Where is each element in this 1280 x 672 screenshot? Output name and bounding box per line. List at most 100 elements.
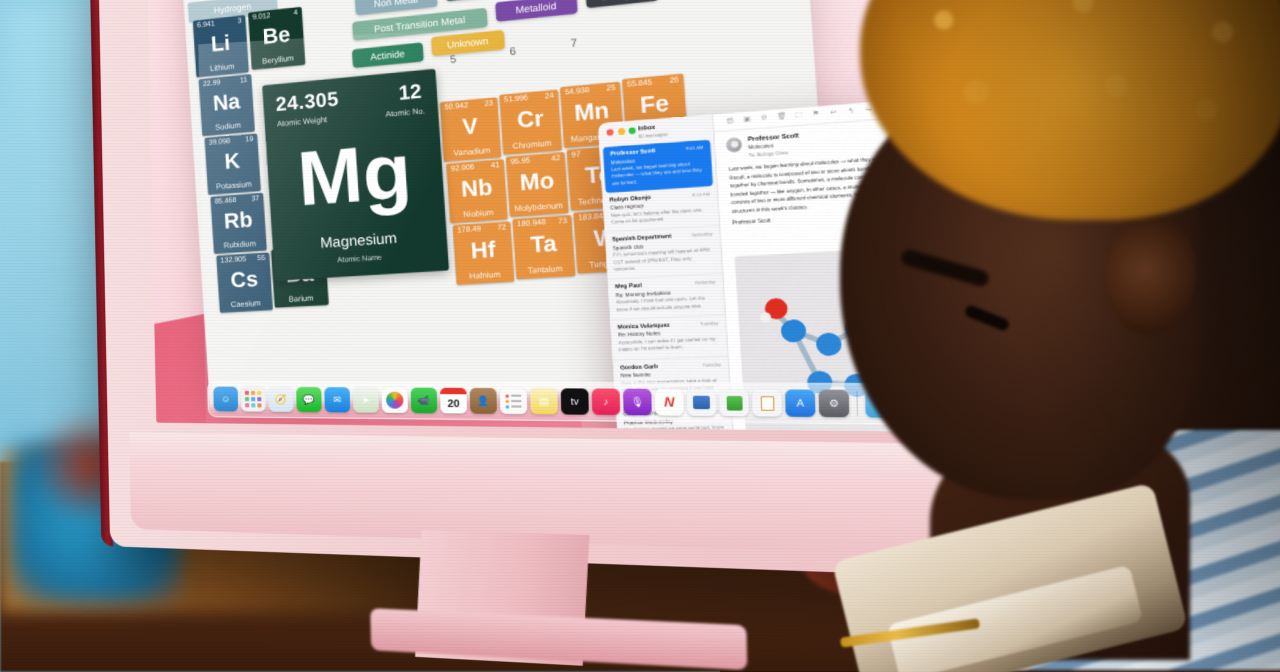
element-name: Lithium: [209, 61, 235, 74]
dock-item-calendar[interactable]: 20: [440, 387, 467, 414]
element-caesium[interactable]: 132.905 55 Cs Caesium: [216, 252, 273, 313]
element-weight: 180.948: [516, 218, 547, 229]
element-name: Hafnium: [469, 269, 501, 281]
legend-metalloid[interactable]: Metalloid: [495, 0, 578, 22]
element-name: Sodium: [214, 120, 242, 132]
element-symbol: Be: [261, 22, 292, 49]
screenshot-scene: Periodic TableElementsLearnGamesGlossary…: [0, 0, 1280, 672]
element-vanadium[interactable]: 50.942 23 V Vanadium: [439, 97, 502, 162]
dock-item-safari[interactable]: 🧭: [268, 386, 294, 412]
element-number: 41: [490, 161, 500, 170]
element-weight: 85.468: [214, 196, 237, 206]
mail-item-preview: Last week, we began learning about molec…: [611, 160, 703, 186]
mail-item-preview: Accessible, I can make if I get started …: [618, 335, 716, 353]
element-lithium[interactable]: 6.941 3 Li Lithium: [192, 15, 249, 78]
group-number: 6: [509, 45, 517, 59]
dock-item-maps[interactable]: ➤: [352, 387, 379, 413]
maximize-button[interactable]: [628, 127, 636, 135]
element-name: Vanadium: [453, 145, 491, 158]
element-name: Chromium: [512, 138, 552, 151]
element-molybdenum[interactable]: 95.95 42 Mo Molybdenum: [505, 152, 569, 218]
dock-item-reminders[interactable]: [499, 388, 528, 415]
element-tantalum[interactable]: 180.948 73 Ta Tantalum: [512, 215, 576, 280]
selected-atomic-number-label: Atomic No.: [385, 105, 426, 119]
element-symbol: Cs: [229, 267, 259, 293]
dock-item-news[interactable]: N: [654, 388, 684, 416]
dock-item-apple-tv[interactable]: tv: [560, 388, 589, 415]
mail-inbox-title: Inbox: [637, 124, 656, 133]
dock-item-notes[interactable]: ▤: [530, 388, 558, 415]
element-potassium[interactable]: 39.098 19 K Potassium: [204, 133, 261, 195]
element-rubidium[interactable]: 85.468 37 Rb Rubidium: [210, 192, 267, 254]
dock-item-messages[interactable]: 💬: [296, 387, 322, 413]
mail-item-time: Yesterday: [694, 279, 716, 286]
legend-non-metal[interactable]: Non Metal: [354, 0, 438, 16]
dock-item-facetime[interactable]: 📹: [410, 387, 438, 414]
selected-element-card[interactable]: 24.305 Atomic Weight 12 Atomic No. Mg Ma…: [262, 68, 450, 281]
element-beryllium[interactable]: 9.012 4 Be Beryllium: [248, 6, 306, 70]
element-chromium[interactable]: 51.996 24 Cr Chromium: [499, 89, 563, 155]
element-number: 3: [237, 17, 242, 26]
dock-item-photos[interactable]: [381, 387, 408, 413]
dock-item-finder[interactable]: ☺: [213, 386, 239, 412]
element-symbol: Cr: [516, 105, 545, 133]
element-number: 55: [257, 254, 266, 263]
element-weight: 132.905: [220, 255, 247, 265]
dock-item-mail[interactable]: ✉: [324, 387, 351, 413]
mail-item-time: 8:15 AM: [692, 190, 711, 198]
element-number: 42: [551, 154, 561, 164]
element-name: Molybdenum: [514, 200, 564, 214]
dock-item-music[interactable]: ♪: [591, 388, 621, 416]
element-symbol: Na: [212, 89, 241, 116]
element-name: Caesium: [230, 298, 262, 310]
element-symbol: K: [223, 149, 241, 174]
element-weight: 92.906: [450, 163, 475, 174]
element-name: Niobium: [462, 207, 494, 220]
archive-icon[interactable]: ▣: [743, 116, 752, 124]
legend-actinide[interactable]: Actinide: [351, 42, 424, 69]
sidebar-icon[interactable]: ▤: [726, 117, 735, 125]
element-name: Rubidium: [223, 238, 257, 251]
legend-unknown[interactable]: Unknown: [430, 29, 506, 57]
element-weight: 39.098: [208, 137, 231, 147]
element-weight: 97: [571, 150, 581, 160]
element-weight: 22.99: [202, 79, 221, 89]
mail-list-item[interactable]: Yesterday Spanish Department Spanish clu…: [604, 226, 723, 281]
element-niobium[interactable]: 92.906 41 Nb Niobium: [446, 159, 508, 224]
mail-list-item[interactable]: Yesterday Meg Paul Re: Morning Invitatio…: [607, 274, 726, 321]
dock-item-launchpad[interactable]: [240, 386, 266, 412]
element-symbol: Rb: [223, 207, 254, 234]
minimize-button[interactable]: [617, 128, 625, 136]
element-symbol: V: [461, 113, 479, 140]
selected-element-name: Magnesium: [319, 229, 398, 251]
element-weight: 51.996: [503, 94, 529, 105]
selected-element-name-label: Atomic Name: [337, 254, 383, 265]
close-button[interactable]: [606, 128, 614, 136]
selected-element-symbol: Mg: [295, 126, 415, 223]
mail-item-preview: Absolutely, I think that one spots. Let …: [615, 295, 705, 312]
dock-item-numbers[interactable]: [719, 389, 749, 417]
element-hafnium[interactable]: 178.49 72 Hf Hafnium: [452, 221, 515, 285]
element-symbol: Hf: [470, 237, 497, 264]
dock-item-keynote[interactable]: [686, 389, 717, 416]
element-weight: 50.942: [444, 102, 469, 112]
element-weight: 178.49: [457, 225, 482, 235]
element-number: 4: [293, 9, 298, 17]
element-number: 19: [245, 135, 254, 144]
element-symbol: Li: [210, 30, 231, 57]
element-number: 37: [251, 195, 260, 203]
dock-item-podcasts[interactable]: 🎙: [623, 388, 652, 416]
dock-item-contacts[interactable]: 👤: [469, 387, 497, 414]
mail-list-item[interactable]: Tuesday Monica Velasquez Re: History Not…: [610, 315, 728, 361]
mail-list-item[interactable]: 9:41 AM Professor Scott Molecules Last w…: [602, 139, 714, 194]
mail-item-preview: FYI, tomorrow's meeting will happen at 4…: [612, 247, 710, 272]
element-sodium[interactable]: 22.99 11 Na Sodium: [198, 74, 255, 137]
mail-list-item[interactable]: 8:15 AM Robyn Okonjo Class regroup New q…: [602, 185, 720, 234]
element-symbol: Nb: [460, 175, 494, 202]
legend-halogen[interactable]: Halogen: [585, 0, 659, 9]
element-number: 11: [239, 76, 248, 85]
sender-avatar: [725, 137, 743, 153]
element-number: 24: [544, 92, 554, 101]
element-weight: 55.845: [626, 78, 653, 89]
selected-atomic-number: 12: [397, 80, 423, 106]
